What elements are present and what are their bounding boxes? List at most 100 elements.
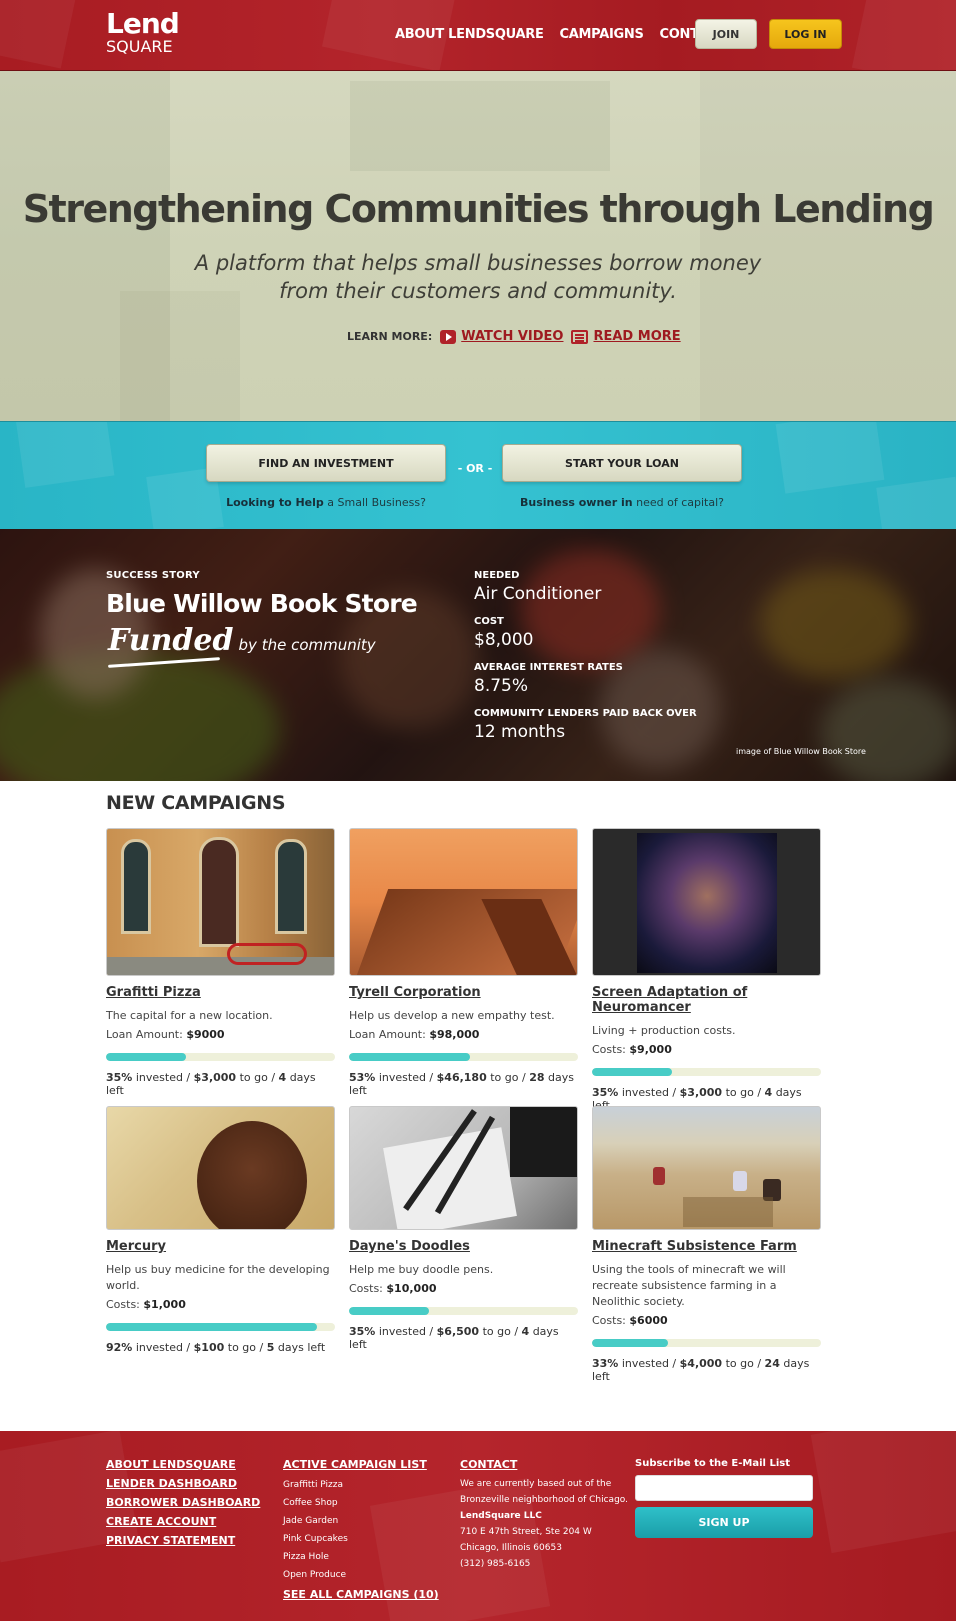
stat-text: to go /: [224, 1341, 267, 1354]
campaign-thumbnail[interactable]: [349, 1106, 578, 1230]
campaign-card[interactable]: Dayne's Doodles Help me buy doodle pens.…: [349, 1106, 578, 1351]
stat-text: to go /: [479, 1325, 522, 1338]
campaign-amount: Costs: $10,000: [349, 1282, 578, 1295]
progress-fill: [349, 1053, 471, 1061]
campaign-name[interactable]: Tyrell Corporation: [349, 985, 578, 1000]
contact-company: LendSquare LLC: [460, 1511, 542, 1521]
campaign-amount: Costs: $1,000: [106, 1298, 335, 1311]
new-campaigns-title: NEW CAMPAIGNS: [106, 792, 286, 814]
campaign-name[interactable]: Dayne's Doodles: [349, 1239, 578, 1254]
campaign-card[interactable]: Minecraft Subsistence Farm Using the too…: [592, 1106, 821, 1383]
campaign-thumbnail[interactable]: [592, 1106, 821, 1230]
footer-link-about[interactable]: ABOUT LENDSQUARE: [106, 1458, 260, 1471]
stat-percent: 33%: [592, 1357, 619, 1370]
progress-fill: [592, 1068, 673, 1076]
campaign-amount: Costs: $6000: [592, 1314, 821, 1327]
campaign-card[interactable]: Screen Adaptation of Neuromancer Living …: [592, 828, 821, 1112]
start-loan-button[interactable]: START YOUR LOAN: [502, 444, 742, 482]
campaign-amount: Loan Amount: $9000: [106, 1028, 335, 1041]
stat-text: invested /: [375, 1071, 437, 1084]
thumb-window: [275, 839, 307, 934]
footer-link-privacy[interactable]: PRIVACY STATEMENT: [106, 1534, 260, 1547]
rate-value: 8.75%: [474, 676, 529, 696]
login-button[interactable]: LOG IN: [769, 19, 842, 49]
read-more-link[interactable]: READ MORE: [571, 329, 681, 344]
progress-bar: [592, 1339, 821, 1347]
email-input[interactable]: [635, 1475, 813, 1501]
progress-fill: [349, 1307, 430, 1315]
logo-line1: Lend: [106, 7, 180, 40]
campaign-name[interactable]: Mercury: [106, 1239, 335, 1254]
campaign-list-item[interactable]: Open Produce: [283, 1566, 439, 1584]
contact-text: We are currently based out of the: [460, 1479, 612, 1489]
amount-label: Costs:: [106, 1298, 140, 1311]
footer-link-create-account[interactable]: CREATE ACCOUNT: [106, 1515, 260, 1528]
stat-text: invested /: [132, 1071, 194, 1084]
campaign-thumbnail[interactable]: [106, 828, 335, 976]
campaign-thumbnail[interactable]: [106, 1106, 335, 1230]
stat-text: to go /: [722, 1357, 765, 1370]
progress-fill: [106, 1053, 187, 1061]
site-header: Lend SQUARE ABOUT LENDSQUARE CAMPAIGNS C…: [0, 0, 956, 71]
progress-bar: [106, 1053, 335, 1061]
campaign-list-heading[interactable]: ACTIVE CAMPAIGN LIST: [283, 1458, 439, 1471]
logo[interactable]: Lend SQUARE: [106, 7, 180, 56]
campaign-card[interactable]: Mercury Help us buy medicine for the dev…: [106, 1106, 335, 1354]
contact-text: Bronzeville neighborhood of Chicago.: [460, 1495, 628, 1505]
campaign-name[interactable]: Grafitti Pizza: [106, 985, 335, 1000]
campaign-list-item[interactable]: Graffitti Pizza: [283, 1476, 439, 1494]
cost-value: $8,000: [474, 630, 534, 650]
campaign-thumbnail[interactable]: [349, 828, 578, 976]
campaign-list-item[interactable]: Jade Garden: [283, 1512, 439, 1530]
learn-more-label: LEARN MORE:: [347, 330, 433, 343]
thumb-keyboard: [510, 1107, 577, 1177]
stat-percent: 53%: [349, 1071, 376, 1084]
logo-line2: SQUARE: [106, 37, 173, 56]
cta-decoration: [775, 422, 885, 494]
find-investment-button[interactable]: FIND AN INVESTMENT: [206, 444, 446, 482]
subscribe-label: Subscribe to the E-Mail List: [635, 1458, 790, 1469]
payback-label: COMMUNITY LENDERS PAID BACK OVER: [474, 708, 697, 719]
campaign-list-item[interactable]: Pink Cupcakes: [283, 1530, 439, 1548]
campaign-card[interactable]: Grafitti Pizza The capital for a new loc…: [106, 828, 335, 1097]
amount-value: $9000: [186, 1028, 225, 1041]
amount-label: Costs:: [349, 1282, 383, 1295]
play-icon: [440, 329, 457, 344]
story-title: Blue Willow Book Store: [106, 589, 418, 618]
stat-togo: $4,000: [679, 1357, 723, 1370]
funded-by: by the community: [238, 636, 376, 654]
see-all-campaigns-link[interactable]: SEE ALL CAMPAIGNS (10): [283, 1588, 439, 1601]
campaign-name[interactable]: Minecraft Subsistence Farm: [592, 1239, 821, 1254]
find-investment-caption: Looking to Help a Small Business?: [206, 496, 446, 509]
join-button[interactable]: JOIN: [695, 19, 757, 49]
find-caption-bold: Looking to Help: [226, 496, 324, 509]
contact-heading[interactable]: CONTACT: [460, 1458, 628, 1471]
hero-background-shape: [350, 81, 610, 171]
footer-link-borrower-dashboard[interactable]: BORROWER DASHBOARD: [106, 1496, 260, 1509]
nav-campaigns[interactable]: CAMPAIGNS: [560, 27, 644, 42]
story-kicker: SUCCESS STORY: [106, 570, 200, 581]
cta-decoration: [15, 422, 115, 488]
stat-text: to go /: [722, 1086, 765, 1099]
campaign-list-item[interactable]: Coffee Shop: [283, 1494, 439, 1512]
campaign-list-item[interactable]: Pizza Hole: [283, 1548, 439, 1566]
thumb-door: [199, 837, 239, 947]
sign-up-button[interactable]: SIGN UP: [635, 1507, 813, 1538]
campaign-thumbnail[interactable]: [592, 828, 821, 976]
campaign-amount: Loan Amount: $98,000: [349, 1028, 578, 1041]
campaign-card[interactable]: Tyrell Corporation Help us develop a new…: [349, 828, 578, 1097]
amount-value: $98,000: [429, 1028, 480, 1041]
success-story-banner: SUCCESS STORY Blue Willow Book Store Fun…: [0, 529, 956, 781]
nav-about[interactable]: ABOUT LENDSQUARE: [395, 27, 544, 42]
thumb-person: [653, 1167, 665, 1185]
campaign-name[interactable]: Screen Adaptation of Neuromancer: [592, 985, 821, 1015]
footer-link-lender-dashboard[interactable]: LENDER DASHBOARD: [106, 1477, 260, 1490]
amount-value: $1,000: [143, 1298, 186, 1311]
watch-video-link[interactable]: WATCH VIDEO: [440, 329, 563, 344]
cta-or-separator: - OR -: [457, 462, 493, 475]
header-decoration: [0, 0, 78, 69]
read-more-label: READ MORE: [593, 329, 681, 344]
learn-more-row: LEARN MORE: WATCH VIDEO READ MORE: [347, 329, 681, 344]
payback-value: 12 months: [474, 722, 566, 742]
thumb-face: [197, 1121, 307, 1229]
